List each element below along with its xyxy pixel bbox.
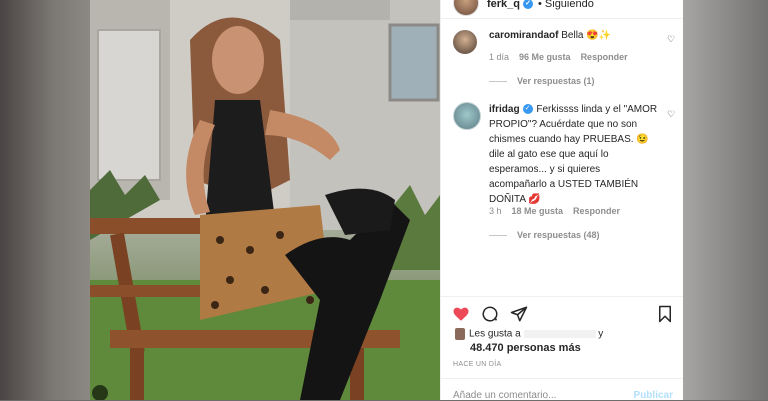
background-right — [682, 0, 768, 400]
reply-button[interactable]: Responder — [573, 206, 620, 216]
comment-text: ifridag ✓ Ferkissss linda y el "AMOR PROP… — [489, 102, 659, 207]
post-panel: ferk_q ✓ • Siguiendo caromirandaof Bella … — [440, 0, 683, 401]
comment-body: Ferkissss linda y el "AMOR PROPIO"? Acué… — [489, 104, 658, 205]
comment-body: Bella 😍✨ — [558, 30, 612, 41]
comment-likes[interactable]: 18 Me gusta — [512, 206, 564, 216]
comment-likes[interactable]: 96 Me gusta — [519, 52, 571, 62]
publish-button[interactable]: Publicar — [634, 390, 673, 401]
add-comment-bar: Añade un comentario... Publicar — [441, 378, 683, 401]
liker-avatar — [455, 328, 465, 340]
comment-icon[interactable] — [481, 305, 499, 323]
heart-icon[interactable] — [452, 305, 470, 323]
small-heart-icon[interactable]: ♡ — [667, 34, 675, 45]
verified-icon: ✓ — [522, 104, 533, 115]
likes-count[interactable]: 48.470 personas más — [470, 342, 581, 354]
liker-name-redacted — [523, 330, 596, 338]
view-replies-label: Ver respuestas (48) — [517, 230, 600, 240]
author-username[interactable]: ferk_q — [487, 0, 520, 10]
comment-avatar[interactable] — [453, 102, 481, 130]
action-bar — [441, 296, 683, 331]
photo-illustration — [90, 0, 440, 400]
post-date: HACE UN DÍA — [453, 361, 502, 368]
comment-meta: 3 h 18 Me gusta Responder — [489, 206, 630, 216]
comment-avatar[interactable] — [453, 30, 477, 54]
bookmark-icon[interactable] — [656, 305, 674, 323]
likes-prefix: Les gusta a — [469, 328, 521, 340]
comment-meta: 1 día 96 Me gusta Responder — [489, 52, 638, 62]
comment-username[interactable]: caromirandaof — [489, 30, 558, 41]
likes-summary: Les gusta a y — [455, 328, 603, 340]
replies-line — [489, 235, 507, 237]
verified-icon: ✓ — [523, 0, 534, 10]
comment-input[interactable]: Añade un comentario... — [453, 390, 556, 401]
comment-time: 3 h — [489, 206, 502, 216]
likes-suffix: y — [598, 328, 604, 340]
view-replies-label: Ver respuestas (1) — [517, 76, 595, 86]
post-header: ferk_q ✓ • Siguiendo — [441, 0, 683, 19]
replies-line — [489, 81, 507, 83]
reply-button[interactable]: Responder — [581, 52, 628, 62]
comment-text: caromirandaof Bella 😍✨ — [489, 28, 659, 43]
small-heart-icon[interactable]: ♡ — [667, 109, 675, 120]
background-left — [0, 0, 90, 400]
author-avatar[interactable] — [453, 0, 479, 16]
share-icon[interactable] — [510, 305, 528, 323]
view-replies[interactable]: Ver respuestas (48) — [489, 230, 600, 240]
comment-username[interactable]: ifridag — [489, 104, 520, 115]
view-replies[interactable]: Ver respuestas (1) — [489, 76, 595, 86]
post-photo[interactable] — [90, 0, 440, 400]
comment-time: 1 día — [489, 52, 510, 62]
following-status[interactable]: • Siguiendo — [538, 0, 594, 10]
